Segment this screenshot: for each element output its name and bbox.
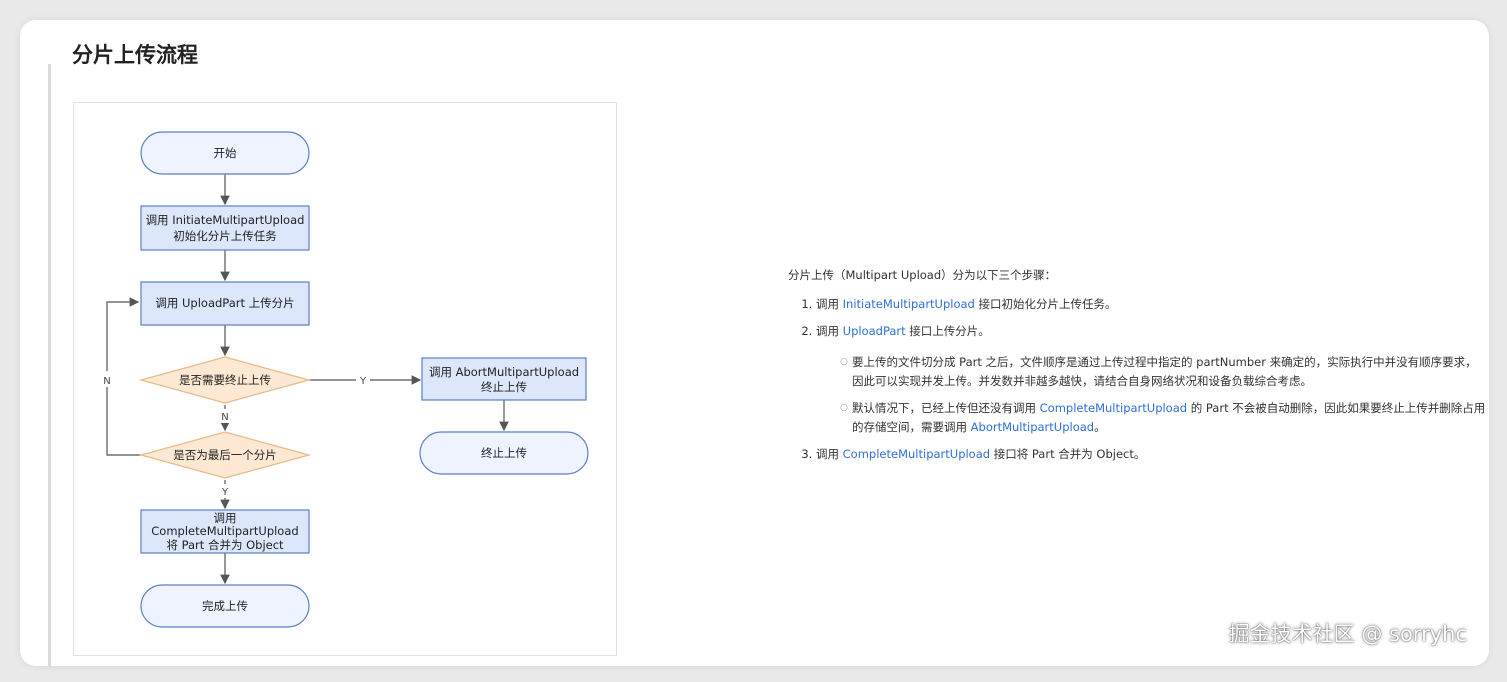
link-upload-part[interactable]: UploadPart (843, 324, 906, 338)
node-abort-end-label: 终止上传 (481, 446, 527, 460)
node-complete-label-1: 调用 (214, 511, 237, 525)
node-start-label: 开始 (214, 146, 237, 160)
steps-list: 调用 InitiateMultipartUpload 接口初始化分片上传任务。 … (788, 295, 1488, 464)
edge-label-y-abort: Y (359, 376, 367, 387)
edge-label-n-loop: N (103, 376, 110, 387)
step-3: 调用 CompleteMultipartUpload 接口将 Part 合并为 … (816, 445, 1488, 464)
link-initiate-multipart-upload[interactable]: InitiateMultipartUpload (843, 297, 975, 311)
node-decision-abort-label: 是否需要终止上传 (179, 373, 271, 387)
step-1-suffix: 接口初始化分片上传任务。 (974, 297, 1117, 311)
step-2-suffix: 接口上传分片。 (905, 324, 990, 338)
bullet-icon: ○ (840, 357, 848, 367)
link-complete-multipart-upload[interactable]: CompleteMultipartUpload (1040, 401, 1187, 415)
step-2-bullet-2-suffix: 。 (1094, 420, 1106, 434)
node-finish-label: 完成上传 (202, 599, 248, 613)
node-initiate-label-2: 初始化分片上传任务 (173, 229, 277, 243)
node-initiate-label-1: 调用 InitiateMultipartUpload (146, 213, 305, 227)
steps-section: 分片上传（Multipart Upload）分为以下三个步骤： 调用 Initi… (788, 266, 1488, 472)
step-1: 调用 InitiateMultipartUpload 接口初始化分片上传任务。 (816, 295, 1488, 314)
edge-label-y-complete: Y (221, 487, 229, 498)
step-2-prefix: 调用 (816, 324, 843, 338)
link-complete-multipart-upload-2[interactable]: CompleteMultipartUpload (843, 447, 990, 461)
step-1-prefix: 调用 (816, 297, 843, 311)
step-2-bullet-1: ○ 要上传的文件切分成 Part 之后，文件顺序是通过上传过程中指定的 part… (840, 353, 1488, 391)
node-upload-part-label: 调用 UploadPart 上传分片 (155, 296, 294, 310)
node-complete-label-2: CompleteMultipartUpload (151, 524, 298, 538)
flowchart-diagram: Y N N Y 开始 调用 InitiateMultipartUpload 初始… (73, 102, 617, 656)
content-card: 分片上传流程 Y N N Y 开始 调用 InitiateMultipartUp… (20, 20, 1489, 666)
node-abort-label-2: 终止上传 (481, 380, 527, 394)
step-2: 调用 UploadPart 接口上传分片。 ○ 要上传的文件切分成 Part 之… (816, 322, 1488, 437)
edge-label-n-continue: N (221, 412, 228, 423)
step-3-prefix: 调用 (816, 447, 843, 461)
link-abort-multipart-upload[interactable]: AbortMultipartUpload (971, 420, 1094, 434)
steps-intro: 分片上传（Multipart Upload）分为以下三个步骤： (788, 268, 1057, 282)
step-3-suffix: 接口将 Part 合并为 Object。 (990, 447, 1146, 461)
step-2-bullet-2: ○ 默认情况下，已经上传但还没有调用 CompleteMultipartUplo… (840, 399, 1488, 437)
page-title: 分片上传流程 (72, 43, 198, 67)
step-2-bullet-2-prefix: 默认情况下，已经上传但还没有调用 (852, 401, 1040, 415)
node-decision-last-label: 是否为最后一个分片 (173, 448, 277, 462)
node-abort-label-1: 调用 AbortMultipartUpload (429, 365, 579, 379)
step-2-bullet-1-text: 要上传的文件切分成 Part 之后，文件顺序是通过上传过程中指定的 partNu… (852, 355, 1477, 388)
left-rule (48, 64, 51, 666)
watermark: 掘金技术社区 @ sorryhc (1228, 622, 1467, 646)
bullet-icon: ○ (840, 403, 848, 413)
node-complete-label-3: 将 Part 合并为 Object (166, 538, 284, 552)
step-2-sublist: ○ 要上传的文件切分成 Part 之后，文件顺序是通过上传过程中指定的 part… (816, 353, 1488, 437)
